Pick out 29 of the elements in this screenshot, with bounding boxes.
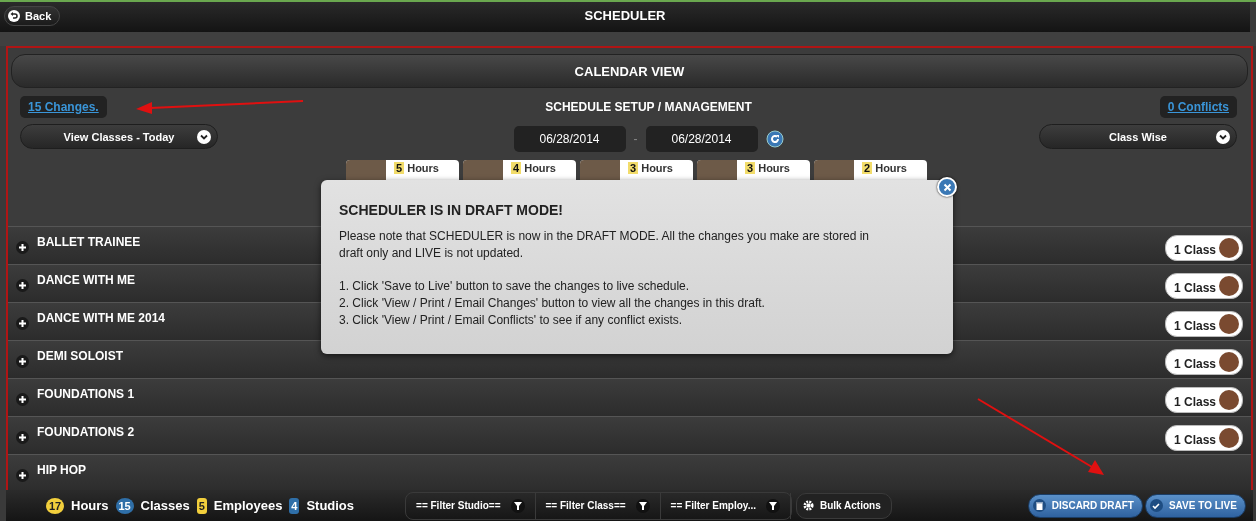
class-count-badge: 1 Class xyxy=(1164,425,1243,451)
class-count-badge: 1 Class xyxy=(1164,349,1243,375)
count-badge: 5 xyxy=(196,497,207,514)
calendar-view-header: CALENDAR VIEW xyxy=(11,54,1248,88)
dialog-step: 1. Click 'Save to Live' button to save the changes to live schedule. xyxy=(339,278,935,295)
date-separator: - xyxy=(633,132,638,146)
count-badge: 15 xyxy=(115,497,134,514)
stat-label: Studios xyxy=(306,498,355,513)
count-badge: 4 xyxy=(289,497,300,514)
dialog-title: SCHEDULER IS IN DRAFT MODE! xyxy=(339,202,564,218)
class-count-badge: 1 Class xyxy=(1164,273,1243,299)
class-name: DANCE WITH ME 2014 xyxy=(37,311,166,325)
class-count-badge: 1 Class xyxy=(1164,311,1243,337)
class-name: FOUNDATIONS 1 xyxy=(37,387,135,401)
class-name: DANCE WITH ME xyxy=(37,273,135,287)
stat-label: Employees xyxy=(213,498,283,513)
class-name: FOUNDATIONS 2 xyxy=(37,425,135,439)
class-name: HIP HOP xyxy=(37,463,87,477)
class-name: DEMI SOLOIST xyxy=(37,349,123,363)
stat-label: Hours xyxy=(71,498,109,513)
stat-label: Classes xyxy=(140,498,190,513)
app-title: SCHEDULER xyxy=(584,7,666,23)
dialog-text: Please note that SCHEDULER is now in the DRAFT MODE. All the changes you make are stored in draft only and LIVE is not updated. xyxy=(339,228,871,262)
class-name: BALLET TRAINEE xyxy=(37,235,141,249)
setup-title: SCHEDULE SETUP / MANAGEMENT xyxy=(545,100,752,114)
class-count-badge: 1 Class xyxy=(1164,235,1243,261)
class-count-badge: 1 Class xyxy=(1164,387,1243,413)
count-badge: 17 xyxy=(46,497,64,514)
dialog-step: 3. Click 'View / Print / Email Conflicts' to see if any conflict exists. xyxy=(339,312,935,329)
